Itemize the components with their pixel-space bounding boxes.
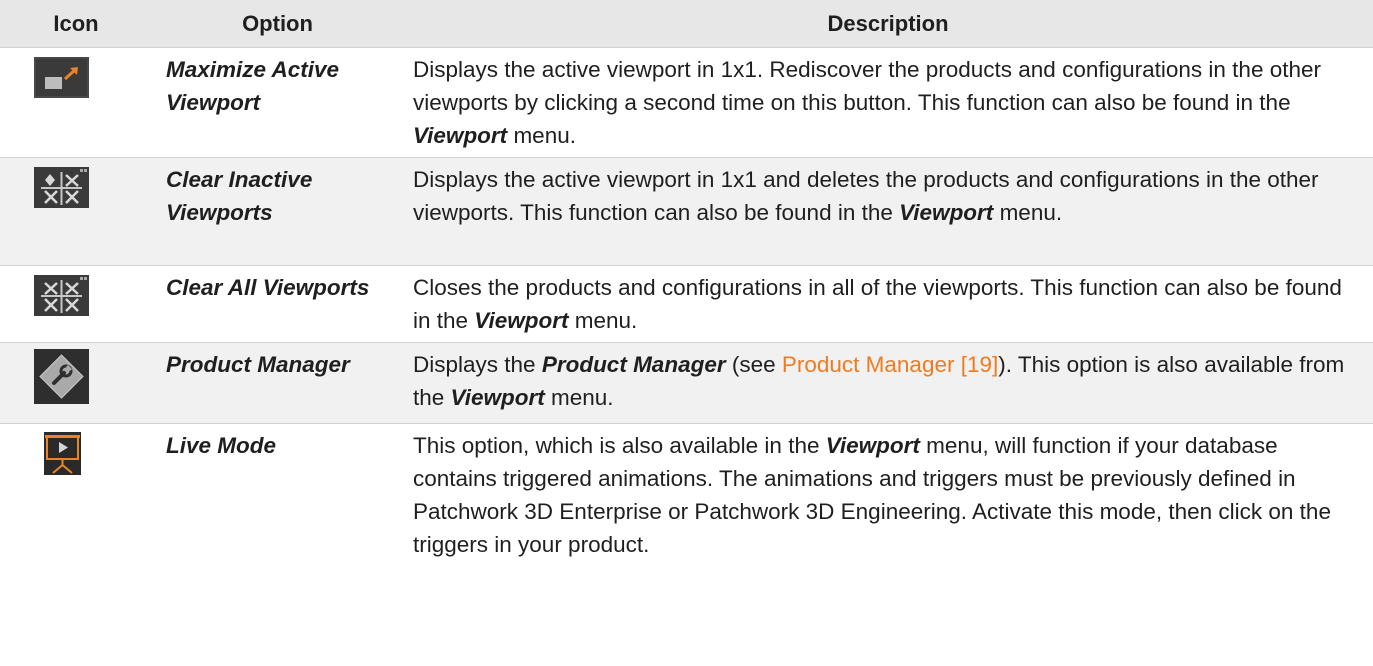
option-description: Displays the active viewport in 1x1 and …	[403, 157, 1373, 266]
option-name: Product Manager	[152, 342, 403, 424]
table-row: Product Manager Displays the Product Man…	[0, 342, 1373, 424]
table-row: Maximize Active Viewport Displays the ac…	[0, 47, 1373, 158]
table-row: Clear All Viewports Closes the products …	[0, 265, 1373, 343]
clear-inactive-viewports-icon	[34, 167, 89, 208]
live-mode-icon	[44, 432, 81, 475]
options-table: Icon Option Description Maximize Active …	[0, 0, 1373, 634]
option-description: Displays the active viewport in 1x1. Red…	[413, 57, 1321, 148]
option-name: Clear Inactive Viewports	[152, 157, 403, 266]
table-header-row: Icon Option Description	[0, 0, 1373, 48]
option-description: Closes the products and configurations i…	[413, 275, 1342, 333]
clear-all-viewports-icon	[34, 275, 89, 316]
option-description: Displays the Product Manager (see Produc…	[403, 342, 1373, 424]
option-name: Maximize Active Viewport	[166, 57, 339, 115]
maximize-viewport-icon	[34, 57, 89, 98]
option-description: This option, which is also available in …	[413, 433, 1331, 557]
table-row: Live Mode This option, which is also ava…	[0, 423, 1373, 634]
table-row: Clear Inactive Viewports Displays the ac…	[0, 157, 1373, 266]
header-option: Option	[152, 0, 403, 48]
option-name: Clear All Viewports	[166, 275, 370, 300]
product-manager-link[interactable]: Product Manager [19]	[782, 352, 998, 377]
header-icon: Icon	[0, 0, 152, 48]
option-name: Live Mode	[166, 433, 277, 458]
header-description: Description	[403, 0, 1373, 48]
wrench-icon	[34, 349, 89, 404]
